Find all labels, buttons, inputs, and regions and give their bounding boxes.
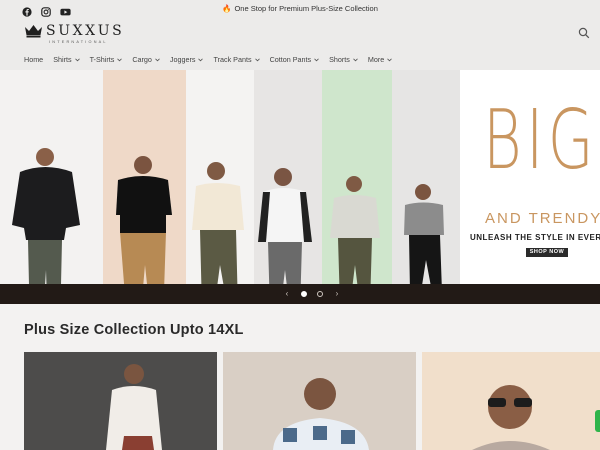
shop-now-button[interactable]: SHOP NOW bbox=[526, 248, 568, 257]
nav-item-t-shirts[interactable]: T-Shirts bbox=[90, 55, 123, 64]
nav-item-shirts[interactable]: Shirts bbox=[53, 55, 80, 64]
nav-item-track-pants[interactable]: Track Pants bbox=[213, 55, 260, 64]
nav-label: Shorts bbox=[329, 55, 350, 64]
collection-card-image bbox=[273, 378, 369, 450]
chevron-down-icon bbox=[74, 58, 80, 61]
chevron-down-icon bbox=[155, 58, 160, 61]
hero-models-image bbox=[12, 148, 444, 284]
brand-name: SUXXUS bbox=[46, 23, 125, 39]
slider-prev-button[interactable]: ‹ bbox=[283, 290, 291, 298]
chevron-down-icon bbox=[314, 58, 319, 61]
model-figure bbox=[192, 162, 244, 284]
announcement-text: 🔥 One Stop for Premium Plus-Size Collecti… bbox=[0, 4, 600, 13]
nav-label: Joggers bbox=[169, 55, 196, 64]
nav-label: Cotton Pants bbox=[269, 55, 312, 64]
main-nav: Home Shirts T-Shirts Cargo Joggers Track… bbox=[24, 55, 402, 64]
site-header: SUXXUS INTERNATIONAL Home Shirts T-Shirt… bbox=[0, 18, 600, 70]
crown-icon bbox=[24, 24, 43, 38]
nav-item-joggers[interactable]: Joggers bbox=[170, 55, 204, 64]
announcement-label: One Stop for Premium Plus-Size Collectio… bbox=[234, 4, 378, 13]
model-figure bbox=[404, 184, 444, 284]
slider-dot-1[interactable] bbox=[301, 291, 307, 297]
nav-item-more[interactable]: More bbox=[367, 55, 393, 64]
brand-logo[interactable]: SUXXUS INTERNATIONAL bbox=[24, 23, 125, 44]
hero-headline: BIG bbox=[483, 93, 598, 188]
slider-controls: ‹ › bbox=[283, 290, 341, 298]
collection-card-image bbox=[106, 364, 162, 450]
collection-card[interactable] bbox=[223, 352, 416, 450]
nav-label: Cargo bbox=[132, 55, 152, 64]
chevron-down-icon bbox=[387, 58, 393, 61]
collection-card[interactable] bbox=[24, 352, 217, 450]
slider-dot-2[interactable] bbox=[317, 291, 323, 297]
chevron-down-icon bbox=[198, 58, 204, 61]
collection-card[interactable] bbox=[422, 352, 600, 450]
announcement-bar: 🔥 One Stop for Premium Plus-Size Collecti… bbox=[0, 0, 600, 18]
search-icon[interactable] bbox=[578, 26, 590, 39]
chevron-down-icon bbox=[254, 58, 260, 61]
chevron-down-icon bbox=[353, 58, 358, 61]
slider-next-button[interactable]: › bbox=[333, 290, 341, 298]
nav-item-shorts[interactable]: Shorts bbox=[329, 55, 358, 64]
hero-subline: AND TRENDY bbox=[485, 210, 600, 227]
model-figure bbox=[116, 156, 172, 284]
model-figure bbox=[12, 148, 80, 284]
nav-label: Shirts bbox=[53, 55, 72, 64]
collection-section: Plus Size Collection Upto 14XL bbox=[0, 304, 600, 450]
nav-label: Home bbox=[24, 55, 44, 64]
nav-label: More bbox=[367, 55, 385, 64]
brand-tagline: INTERNATIONAL bbox=[49, 40, 108, 44]
fire-icon: 🔥 bbox=[222, 4, 232, 13]
nav-item-cargo[interactable]: Cargo bbox=[132, 55, 160, 64]
model-figure bbox=[330, 176, 380, 284]
chat-widget-tab[interactable] bbox=[595, 410, 600, 432]
collection-card-image bbox=[472, 385, 550, 450]
nav-item-home[interactable]: Home bbox=[24, 55, 43, 64]
chevron-down-icon bbox=[117, 58, 123, 61]
nav-label: Track Pants bbox=[213, 55, 252, 64]
nav-label: T-Shirts bbox=[89, 55, 115, 64]
model-figure bbox=[258, 168, 312, 284]
nav-item-cotton-pants[interactable]: Cotton Pants bbox=[270, 55, 320, 64]
hero-banner[interactable]: BIG AND TRENDY UNLEASH THE STYLE IN EVER… bbox=[0, 70, 600, 284]
section-title: Plus Size Collection Upto 14XL bbox=[24, 322, 244, 338]
hero-tagline: UNLEASH THE STYLE IN EVERY bbox=[470, 233, 600, 242]
slider-controls-bar: ‹ › bbox=[0, 284, 600, 304]
